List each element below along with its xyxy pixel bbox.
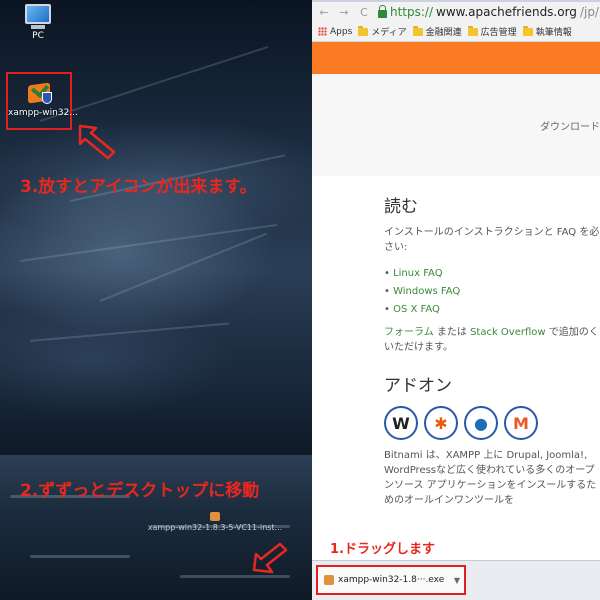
- forum-paragraph: フォーラム または Stack Overflow で追加のく いただけます。: [384, 325, 600, 355]
- bookmark-folder[interactable]: 金融関連: [412, 25, 462, 38]
- address-bar[interactable]: https://www.apachefriends.org/jp/: [378, 4, 599, 19]
- desktop: PC xampp-win32... xampp-win32-1.8.3-5-VC…: [0, 0, 312, 600]
- read-heading: 読む: [384, 197, 418, 217]
- drag-ghost-label: xampp-win32-1.8.3-5-VC11-inst...: [147, 523, 283, 532]
- download-band: ダウンロード: [312, 74, 600, 176]
- back-icon[interactable]: ←: [318, 6, 330, 19]
- navigation-bar: ← → C https://www.apachefriends.org/jp/: [312, 2, 600, 22]
- stackoverflow-link[interactable]: Stack Overflow: [470, 327, 546, 338]
- list-item: Linux FAQ: [384, 267, 600, 281]
- folder-icon: [522, 25, 533, 36]
- downloads-bar: xampp-win32-1.8···.exe ▼: [312, 560, 600, 600]
- wave: [30, 555, 130, 558]
- bookmark-label: 金融関連: [425, 28, 462, 38]
- chevron-down-icon[interactable]: ▼: [454, 576, 460, 585]
- pc-icon-label: PC: [32, 31, 44, 41]
- site-header: [312, 42, 600, 74]
- url-path: /jp/: [579, 5, 599, 19]
- step3-annotation: 3.放すとアイコンが出来ます。: [20, 177, 257, 197]
- folder-icon: [467, 25, 478, 36]
- step2-annotation: 2.ずずっとデスクトップに移動: [20, 481, 260, 501]
- forward-icon[interactable]: →: [338, 6, 350, 19]
- forum-middle-text: または: [433, 327, 471, 338]
- browser-window: ← → C https://www.apachefriends.org/jp/ …: [312, 0, 600, 600]
- addons-heading: アドオン: [384, 376, 452, 396]
- linux-faq-link[interactable]: Linux FAQ: [393, 268, 443, 279]
- download-item[interactable]: xampp-win32-1.8···.exe ▼: [316, 565, 466, 595]
- bitnami-paragraph: Bitnami は、XAMPP 上に Drupal, Joomla!, Word…: [384, 450, 597, 506]
- step1-annotation: 1.ドラッグします: [330, 542, 435, 557]
- windows-faq-link[interactable]: Windows FAQ: [393, 286, 460, 297]
- arrow-icon: [252, 542, 288, 574]
- monitor-stand: [31, 25, 45, 29]
- addon-icon-row: W ✱ ● M: [384, 406, 600, 440]
- osx-faq-link[interactable]: OS X FAQ: [393, 304, 440, 315]
- wordpress-icon[interactable]: W: [384, 406, 418, 440]
- sky-streak: [99, 232, 268, 302]
- bookmark-label: 執筆情報: [535, 28, 572, 38]
- xampp-ghost-icon: [210, 512, 220, 521]
- bookmarks-bar: Apps メディア 金融関連 広告管理 執筆情報: [312, 22, 600, 42]
- magento-icon[interactable]: M: [504, 406, 538, 440]
- xampp-file-icon: [324, 575, 334, 585]
- bookmark-label: Apps: [330, 26, 353, 37]
- drupal-icon[interactable]: ●: [464, 406, 498, 440]
- lock-icon: [378, 4, 387, 18]
- list-item: Windows FAQ: [384, 285, 600, 299]
- folder-icon: [412, 25, 423, 36]
- arrow-icon: [78, 124, 116, 160]
- xampp-icon-label: xampp-win32...: [8, 108, 78, 118]
- joomla-icon[interactable]: ✱: [424, 406, 458, 440]
- download-band-text: ダウンロード: [540, 122, 600, 133]
- xampp-installer-icon: [24, 79, 54, 106]
- sky-streak: [29, 322, 230, 342]
- download-item-label: xampp-win32-1.8···.exe: [338, 575, 445, 585]
- forum-link[interactable]: フォーラム: [384, 327, 434, 338]
- bookmark-label: メディア: [371, 28, 407, 38]
- monitor-icon: [25, 4, 51, 24]
- bookmark-label: 広告管理: [480, 28, 517, 38]
- folder-icon: [358, 25, 369, 36]
- faq-link-list: Linux FAQ Windows FAQ OS X FAQ: [384, 267, 600, 317]
- bookmark-folder[interactable]: 広告管理: [467, 25, 517, 38]
- bookmark-apps[interactable]: Apps: [318, 27, 352, 37]
- apps-grid-icon: [318, 27, 327, 36]
- url-scheme: https://: [390, 5, 434, 19]
- read-paragraph: インストールのインストラクションと FAQ を必さい:: [384, 227, 600, 253]
- list-item: OS X FAQ: [384, 303, 600, 317]
- pc-desktop-icon[interactable]: PC: [18, 4, 58, 41]
- xampp-desktop-icon[interactable]: xampp-win32...: [6, 72, 78, 130]
- url-host: www.apachefriends.org: [436, 5, 577, 19]
- reload-icon[interactable]: C: [358, 6, 370, 19]
- dragged-file-ghost: xampp-win32-1.8.3-5-VC11-inst...: [140, 512, 290, 532]
- bookmark-folder[interactable]: メディア: [358, 25, 407, 38]
- page-content: 読む インストールのインストラクションと FAQ を必さい: Linux FAQ…: [312, 192, 600, 508]
- bookmark-folder[interactable]: 執筆情報: [522, 25, 572, 38]
